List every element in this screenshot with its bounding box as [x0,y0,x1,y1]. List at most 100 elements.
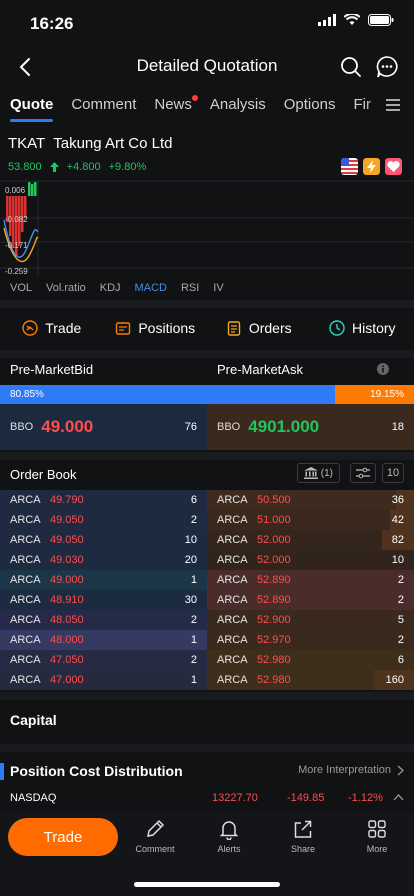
news-unread-dot [191,95,198,101]
exchange-filter-button[interactable]: (1) [296,463,340,483]
ask-exchange: ARCA [217,514,248,526]
macd-label-0: 0.006 [5,186,26,195]
ask-level[interactable]: ARCA 51.000 42 [207,510,414,530]
grid-icon [368,820,386,838]
stock-company-name: Takung Art Co Ltd [53,135,173,152]
indicator-macd[interactable]: MACD [135,282,167,294]
indicator-vol[interactable]: VOL [10,282,32,294]
bid-level[interactable]: ARCA 49.030 20 [0,550,207,570]
chevron-up-icon [393,794,404,801]
bid-level[interactable]: ARCA 48.910 30 [0,590,207,610]
bid-level[interactable]: ARCA 47.000 1 [0,670,207,690]
bid-exchange: ARCA [10,554,41,566]
trade-action[interactable]: Trade [0,312,104,344]
indicator-iv[interactable]: IV [213,282,223,294]
macd-label-2: -0.171 [5,241,28,250]
ask-level[interactable]: ARCA 52.980 160 [207,670,414,690]
ask-level[interactable]: ARCA 50.500 36 [207,490,414,510]
more-label: More [366,844,388,854]
menu-icon[interactable] [384,96,402,114]
bid-ask-header: Pre-MarketBid Pre-MarketAsk [0,360,414,380]
bid-exchange: ARCA [10,594,41,606]
stock-change: +4.800 [66,161,101,173]
comment-button[interactable]: Comment [125,818,185,854]
best-bid[interactable]: BBO 49.000 76 [0,404,207,450]
ask-size: 6 [397,654,404,666]
bid-exchange: ARCA [10,494,41,506]
favorite-heart-icon[interactable] [385,158,402,175]
info-icon[interactable] [377,363,389,375]
bid-level[interactable]: ARCA 49.000 1 [0,570,207,590]
ask-level[interactable]: ARCA 52.000 82 [207,530,414,550]
ask-exchange: ARCA [217,554,248,566]
bid-exchange: ARCA [10,514,41,526]
history-icon [329,320,345,336]
ask-price: 51.000 [257,514,291,526]
tab-comment[interactable]: Comment [71,90,136,122]
ask-level[interactable]: ARCA 52.900 5 [207,610,414,630]
ask-price: 52.890 [257,574,291,586]
bid-ask-ratio-bar: 80.85% 19.15% [0,385,414,404]
indicator-vol-ratio[interactable]: Vol.ratio [46,282,86,294]
macd-mini-chart[interactable]: 0.006 -0.082 -0.171 -0.259 [0,180,414,276]
share-icon [294,820,312,838]
bid-level[interactable]: ARCA 49.050 2 [0,510,207,530]
search-icon[interactable] [338,54,364,80]
stock-ticker: TKAT [8,135,46,152]
best-ask[interactable]: BBO 4901.000 18 [207,404,414,450]
positions-action[interactable]: Positions [104,312,208,344]
ask-exchange: ARCA [217,594,248,606]
divider [0,692,414,700]
more-button[interactable]: More [347,818,407,854]
tab-quote[interactable]: Quote [10,90,54,122]
order-book-row: ARCA 48.910 30 ARCA 52.890 2 [0,590,414,610]
bid-level[interactable]: ARCA 49.050 10 [0,530,207,550]
bid-level[interactable]: ARCA 47.050 2 [0,650,207,670]
order-book-row: ARCA 49.050 2 ARCA 51.000 42 [0,510,414,530]
ask-level[interactable]: ARCA 52.890 2 [207,570,414,590]
ask-level[interactable]: ARCA 52.890 2 [207,590,414,610]
ask-price: 52.980 [257,654,291,666]
bell-icon [219,821,239,840]
index-change-pct: -1.12% [348,792,383,804]
tab-news[interactable]: News [154,90,198,122]
order-book-row: ARCA 49.050 10 ARCA 52.000 82 [0,530,414,550]
alerts-button[interactable]: Alerts [199,818,259,854]
indicator-kdj[interactable]: KDJ [100,282,121,294]
nav-bar: Detailed Quotation [0,48,414,86]
ask-size: 2 [397,574,404,586]
ask-size: 160 [385,674,404,686]
macd-label-1: -0.082 [5,215,28,224]
ask-level[interactable]: ARCA 52.970 2 [207,630,414,650]
order-book-row: ARCA 47.000 1 ARCA 52.980 160 [0,670,414,690]
trade-button[interactable]: Trade [8,818,118,856]
orders-icon [227,321,241,336]
indicator-rsi[interactable]: RSI [181,282,199,294]
more-interpretation-link[interactable]: More Interpretation [298,764,404,776]
share-button[interactable]: Share [273,818,333,854]
bid-level[interactable]: ARCA 48.000 1 [0,630,207,650]
bid-price: 49.050 [50,514,84,526]
bid-size: 2 [190,654,197,666]
bid-level[interactable]: ARCA 49.790 6 [0,490,207,510]
bid-ratio-pct: 80.85% [10,389,44,400]
bank-icon [303,467,318,479]
ask-size: 2 [397,594,404,606]
chat-bubble-icon[interactable] [374,54,400,80]
ask-level[interactable]: ARCA 52.980 6 [207,650,414,670]
ask-price: 52.900 [257,614,291,626]
stock-price: 53.800 [8,161,42,173]
depth-selector[interactable]: 10 [382,463,404,483]
history-action[interactable]: History [311,312,414,344]
lightning-icon[interactable] [363,158,380,175]
tab-label: Comment [71,96,137,113]
tab-options[interactable]: Options [284,90,336,122]
position-cost-title: Position Cost Distribution [10,763,183,779]
index-ticker-bar[interactable]: NASDAQ 13227.70 -149.85 -1.12% [0,788,414,808]
tab-analysis[interactable]: Analysis [210,90,266,122]
bid-level[interactable]: ARCA 48.050 2 [0,610,207,630]
ask-level[interactable]: ARCA 52.000 10 [207,550,414,570]
order-book-settings-button[interactable] [350,463,376,483]
bid-price: 49.790 [50,494,84,506]
orders-action[interactable]: Orders [207,312,311,344]
